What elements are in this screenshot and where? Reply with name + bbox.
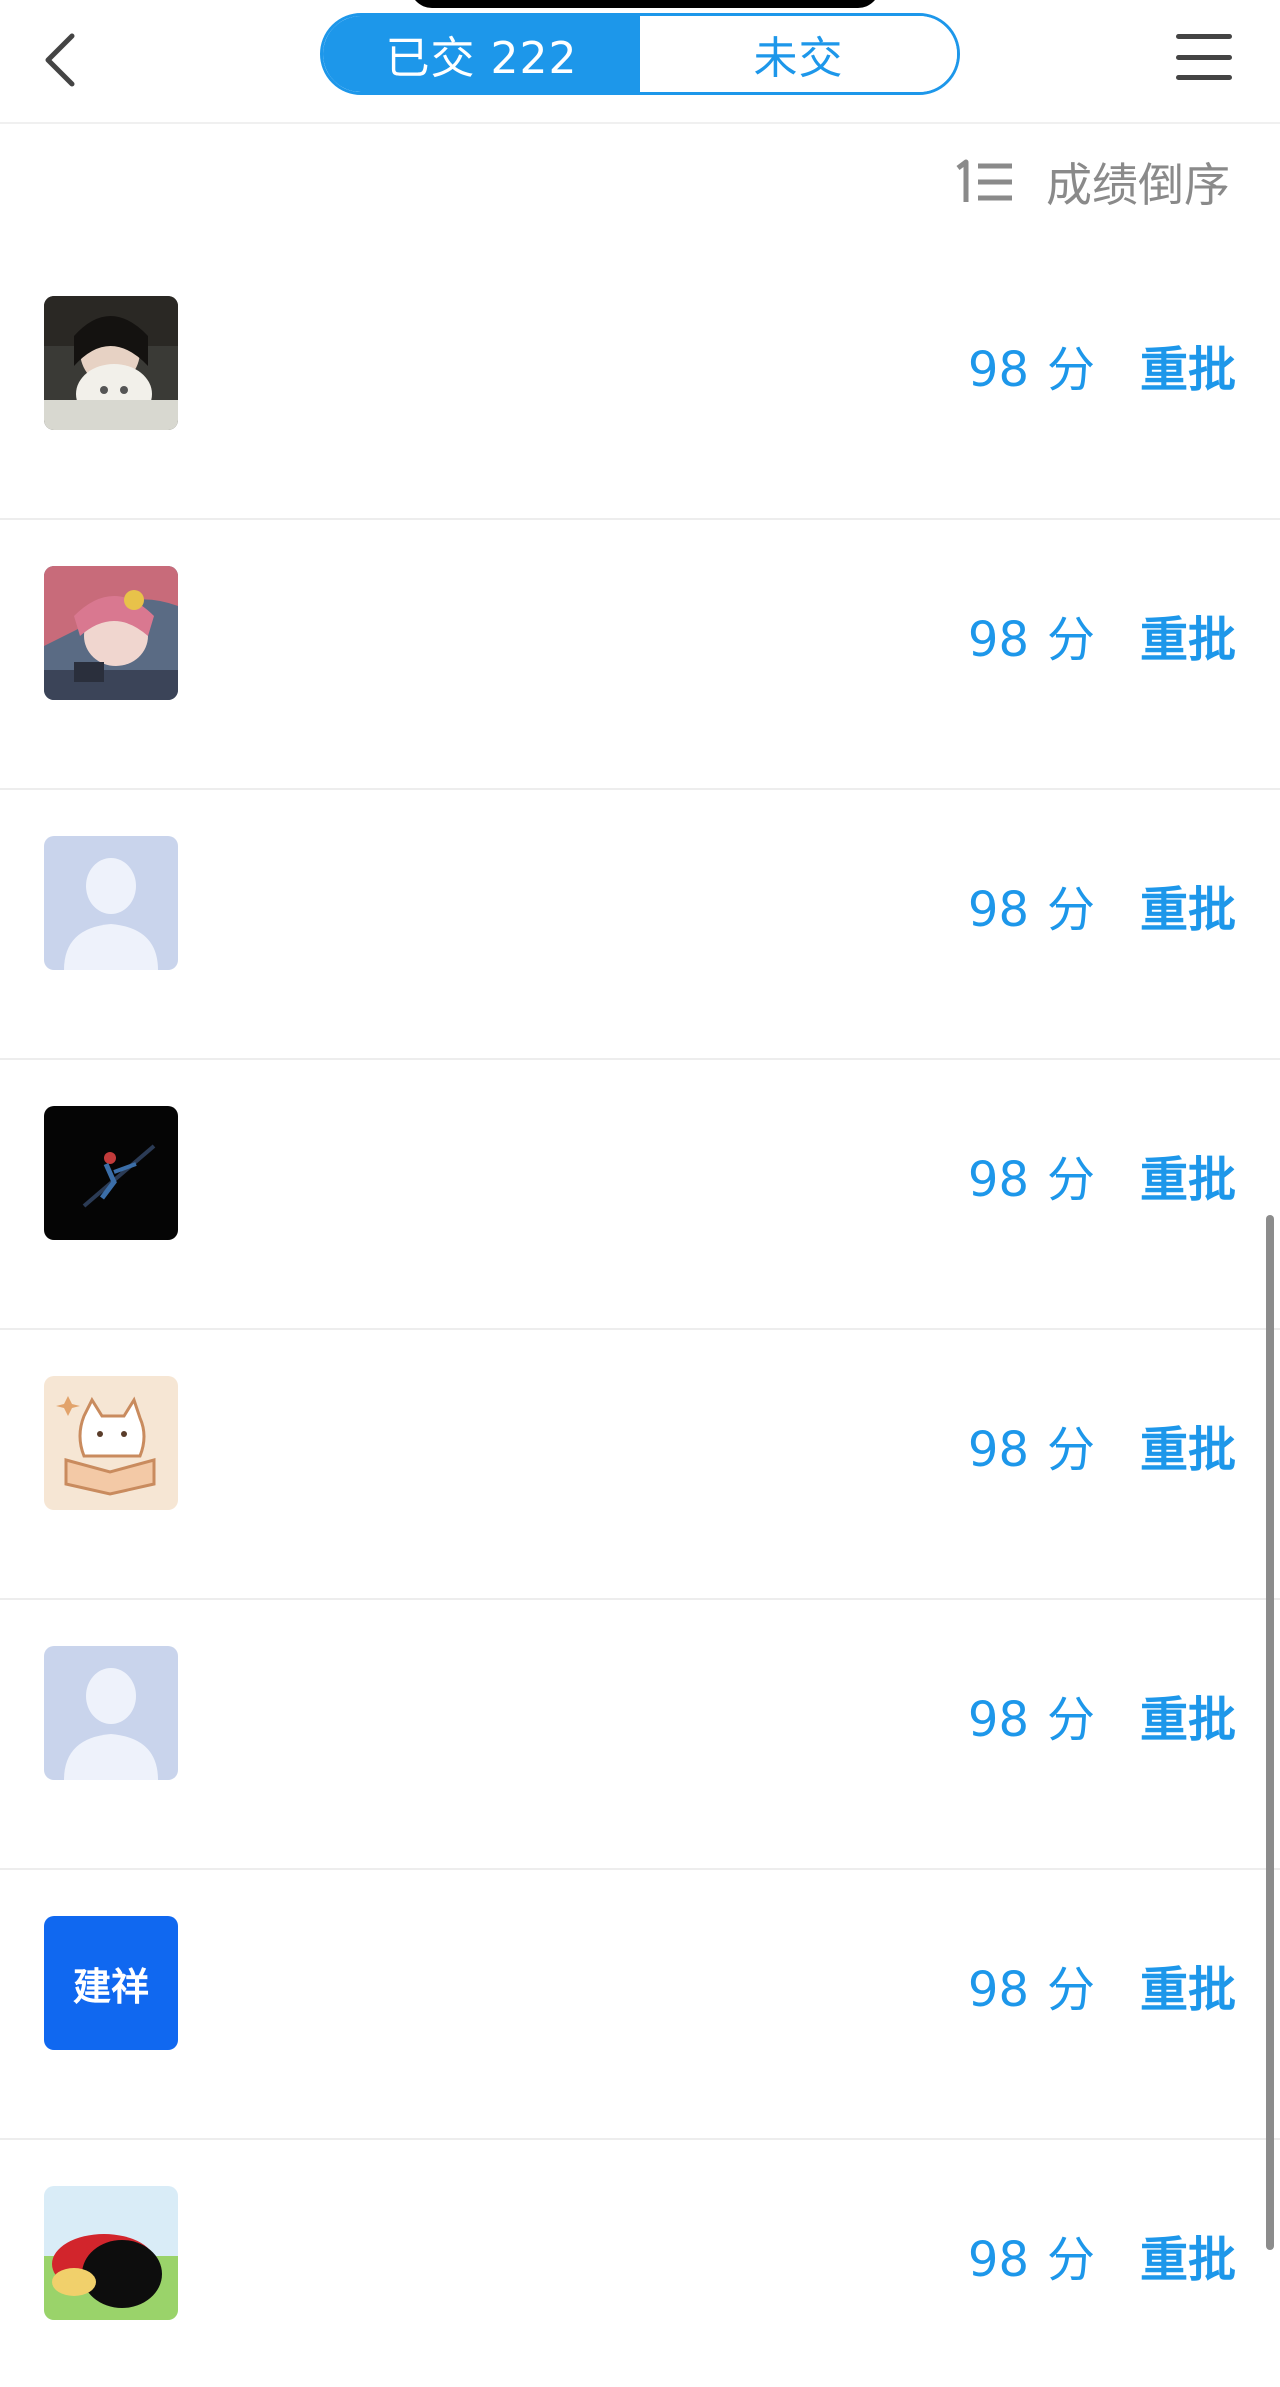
score-value: 98 <box>967 1152 1029 1208</box>
score-unit: 分 <box>1046 1152 1095 1208</box>
score: 98 分 <box>968 870 1095 940</box>
score-unit: 分 <box>1046 1422 1095 1478</box>
score-value: 98 <box>967 1962 1029 2018</box>
top-bar: 已交 222 未交 <box>0 0 1280 124</box>
score: 98 分 <box>968 1950 1095 2020</box>
regrade-button[interactable]: 重批 <box>1140 1410 1236 1480</box>
score-value: 98 <box>967 612 1029 668</box>
text-avatar: 建祥 <box>44 1916 178 2050</box>
score: 98 分 <box>968 2220 1095 2290</box>
regrade-button[interactable]: 重批 <box>1140 1950 1236 2020</box>
list-item[interactable]: 98 分 重批 <box>0 520 1280 790</box>
regrade-button[interactable]: 重批 <box>1140 330 1236 400</box>
sort-label: 成绩倒序 <box>1046 158 1230 212</box>
list-item[interactable]: 98 分 重批 <box>0 1600 1280 1870</box>
regrade-button[interactable]: 重批 <box>1140 1680 1236 1750</box>
avatar-cartoon-icon <box>44 2186 178 2320</box>
avatar-cat-reading-icon <box>44 1376 178 1510</box>
list-item[interactable]: 98 分 重批 <box>0 1060 1280 1330</box>
scrollbar[interactable] <box>1266 1215 1274 2250</box>
avatar <box>44 2186 178 2320</box>
list-item[interactable]: 建祥 98 分 重批 <box>0 1870 1280 2140</box>
regrade-button[interactable]: 重批 <box>1140 870 1236 940</box>
score-value: 98 <box>967 1692 1029 1748</box>
avatar <box>44 1106 178 1240</box>
score-unit: 分 <box>1046 342 1095 398</box>
default-user-icon <box>44 1646 178 1780</box>
tab-submitted[interactable]: 已交 222 <box>323 16 640 92</box>
score: 98 分 <box>968 1680 1095 1750</box>
score-value: 98 <box>967 1422 1029 1478</box>
avatar-dark-figure-icon <box>44 1106 178 1240</box>
avatar <box>44 1376 178 1510</box>
list-item[interactable]: 98 分 重批 <box>0 1330 1280 1600</box>
score-unit: 分 <box>1046 612 1095 668</box>
sort-toggle[interactable]: 成绩倒序 <box>952 152 1230 212</box>
score-unit: 分 <box>1046 1962 1095 2018</box>
regrade-button[interactable]: 重批 <box>1140 1140 1236 1210</box>
submission-tabs: 已交 222 未交 <box>320 13 960 95</box>
menu-icon-bar <box>1176 34 1232 39</box>
score-value: 98 <box>967 882 1029 938</box>
menu-icon-bar <box>1176 75 1232 80</box>
menu-icon-bar <box>1176 54 1232 60</box>
score: 98 分 <box>968 1410 1095 1480</box>
avatar <box>44 566 178 700</box>
list-item[interactable]: 98 分 重批 <box>0 2140 1280 2387</box>
default-user-icon <box>44 836 178 970</box>
regrade-button[interactable]: 重批 <box>1140 2220 1236 2290</box>
score-unit: 分 <box>1046 2232 1095 2288</box>
score-value: 98 <box>967 342 1029 398</box>
avatar <box>44 836 178 970</box>
sort-order-icon <box>956 159 1012 202</box>
list-item[interactable]: 98 分 重批 <box>0 790 1280 1060</box>
score: 98 分 <box>968 330 1095 400</box>
tab-unsubmitted[interactable]: 未交 <box>640 16 957 92</box>
score-unit: 分 <box>1046 1692 1095 1748</box>
avatar <box>44 1646 178 1780</box>
score-value: 98 <box>967 2232 1029 2288</box>
avatar-anime-icon <box>44 566 178 700</box>
page: 已交 222 未交 成绩倒序 98 分 重批 98 分 重批 98 分 重批 9… <box>0 0 1280 2387</box>
avatar: 建祥 <box>44 1916 178 2050</box>
score: 98 分 <box>968 600 1095 670</box>
score-unit: 分 <box>1046 882 1095 938</box>
back-button[interactable] <box>30 22 90 98</box>
chevron-left-icon <box>45 33 75 87</box>
list-item[interactable]: 98 分 重批 <box>0 250 1280 520</box>
regrade-button[interactable]: 重批 <box>1140 600 1236 670</box>
menu-button[interactable] <box>1176 34 1232 80</box>
avatar <box>44 296 178 430</box>
student-list: 98 分 重批 98 分 重批 98 分 重批 98 分 重批 98 分 重批 … <box>0 250 1280 2387</box>
score: 98 分 <box>968 1140 1095 1210</box>
avatar-photo-icon <box>44 296 178 430</box>
